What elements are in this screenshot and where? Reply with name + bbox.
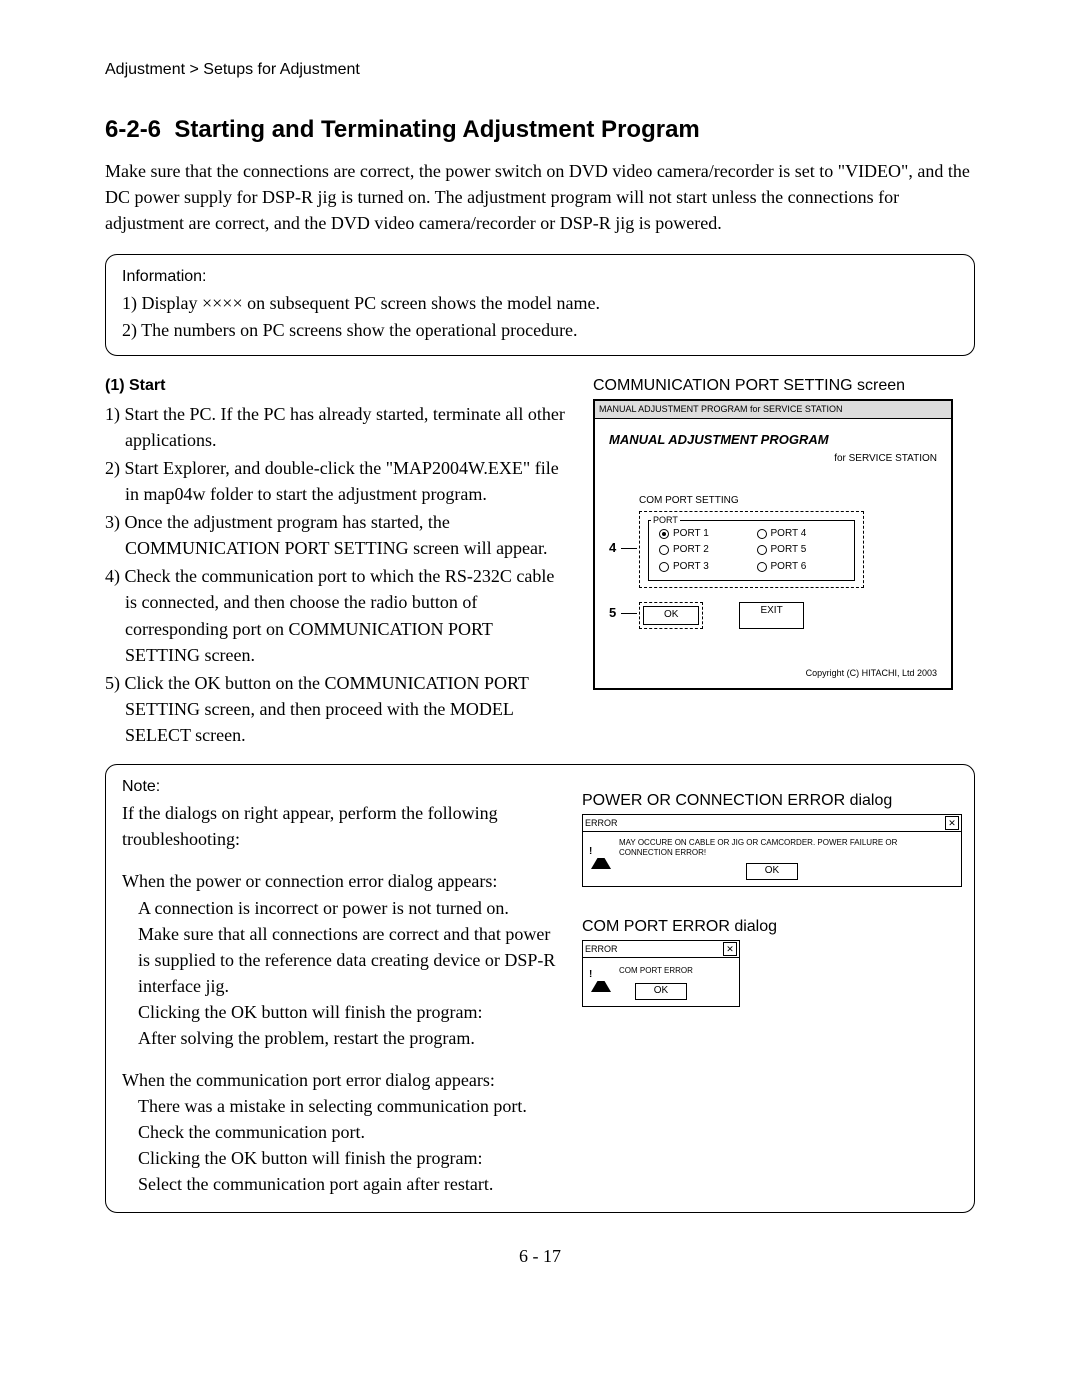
radio-port-2[interactable]: PORT 2 xyxy=(659,543,747,558)
error-message: COM PORT ERROR xyxy=(619,966,693,976)
ok-button-highlight: OK xyxy=(639,602,703,629)
radio-label: PORT 5 xyxy=(771,543,807,558)
error-title: ERROR xyxy=(585,943,618,956)
error-title: ERROR xyxy=(585,817,618,830)
page-number: 6 - 17 xyxy=(105,1243,975,1269)
radio-icon xyxy=(659,545,669,555)
start-step-1: 1) Start the PC. If the PC has already s… xyxy=(105,401,565,453)
port-legend: PORT xyxy=(651,514,680,527)
section-heading: 6-2-6 Starting and Terminating Adjustmen… xyxy=(105,113,975,148)
radio-icon xyxy=(659,562,669,572)
note-power-line3: Clicking the OK button will finish the p… xyxy=(138,999,562,1025)
program-title: MANUAL ADJUSTMENT PROGRAM xyxy=(609,431,937,450)
note-power-line2: Make sure that all connections are corre… xyxy=(138,921,562,999)
port-fieldset: PORT PORT 1 PORT 4 PORT 2 PORT 5 PORT 3 … xyxy=(648,520,855,582)
com-error-caption: COM PORT ERROR dialog xyxy=(582,915,962,938)
note-power-heading: When the power or connection error dialo… xyxy=(122,868,562,894)
note-power-line1: A connection is incorrect or power is no… xyxy=(138,895,562,921)
note-label: Note: xyxy=(122,775,562,798)
note-box: Note: If the dialogs on right appear, pe… xyxy=(105,764,975,1213)
program-subtitle: for SERVICE STATION xyxy=(609,452,937,467)
com-port-error-dialog: ERROR ✕ ! COM PORT ERROR OK xyxy=(582,940,740,1007)
start-step-3: 3) Once the adjustment program has start… xyxy=(105,509,565,561)
note-com-line1: There was a mistake in selecting communi… xyxy=(138,1093,562,1119)
radio-port-4[interactable]: PORT 4 xyxy=(757,527,845,542)
information-line-2: 2) The numbers on PC screens show the op… xyxy=(122,317,958,343)
note-com-line3: Clicking the OK button will finish the p… xyxy=(138,1145,562,1171)
radio-port-3[interactable]: PORT 3 xyxy=(659,560,747,575)
information-label: Information: xyxy=(122,265,958,288)
section-number: 6-2-6 xyxy=(105,116,161,143)
information-box: Information: 1) Display ×××× on subseque… xyxy=(105,254,975,355)
copyright-text: Copyright (C) HITACHI, Ltd 2003 xyxy=(609,667,937,680)
power-error-dialog: ERROR ✕ ! MAY OCCURE ON CABLE OR JIG OR … xyxy=(582,814,962,887)
information-line-1: 1) Display ×××× on subsequent PC screen … xyxy=(122,290,958,316)
intro-paragraph: Make sure that the connections are corre… xyxy=(105,158,975,236)
start-step-2: 2) Start Explorer, and double-click the … xyxy=(105,455,565,507)
radio-port-6[interactable]: PORT 6 xyxy=(757,560,845,575)
warning-icon: ! xyxy=(591,841,611,854)
start-step-4: 4) Check the communication port to which… xyxy=(105,563,565,667)
breadcrumb: Adjustment > Setups for Adjustment xyxy=(105,58,975,81)
radio-icon xyxy=(757,545,767,555)
comm-screen-caption: COMMUNICATION PORT SETTING screen xyxy=(593,374,975,397)
radio-label: PORT 2 xyxy=(673,543,709,558)
close-icon[interactable]: ✕ xyxy=(723,942,737,956)
warning-icon: ! xyxy=(591,964,611,977)
radio-icon xyxy=(659,529,669,539)
callout-5: 5 xyxy=(609,604,616,623)
start-step-5: 5) Click the OK button on the COMMUNICAT… xyxy=(105,670,565,748)
radio-icon xyxy=(757,562,767,572)
note-power-line4: After solving the problem, restart the p… xyxy=(138,1025,562,1051)
section-title-text: Starting and Terminating Adjustment Prog… xyxy=(174,116,699,143)
exit-button[interactable]: EXIT xyxy=(739,602,803,629)
note-com-heading: When the communication port error dialog… xyxy=(122,1067,562,1093)
radio-label: PORT 1 xyxy=(673,527,709,542)
note-com-line4: Select the communication port again afte… xyxy=(138,1171,562,1197)
comm-window-titlebar: MANUAL ADJUSTMENT PROGRAM for SERVICE ST… xyxy=(595,401,951,419)
radio-port-1[interactable]: PORT 1 xyxy=(659,527,747,542)
error-message: MAY OCCURE ON CABLE OR JIG OR CAMCORDER.… xyxy=(619,838,953,857)
ok-button[interactable]: OK xyxy=(635,983,687,1000)
com-port-setting-label: COM PORT SETTING xyxy=(639,494,937,509)
note-intro: If the dialogs on right appear, perform … xyxy=(122,800,562,852)
start-heading: (1) Start xyxy=(105,374,565,397)
radio-label: PORT 4 xyxy=(771,527,807,542)
radio-label: PORT 3 xyxy=(673,560,709,575)
radio-port-5[interactable]: PORT 5 xyxy=(757,543,845,558)
ok-button[interactable]: OK xyxy=(643,606,699,625)
comm-port-setting-window: MANUAL ADJUSTMENT PROGRAM for SERVICE ST… xyxy=(593,399,953,690)
note-com-line2: Check the communication port. xyxy=(138,1119,562,1145)
port-fieldset-dashed: PORT PORT 1 PORT 4 PORT 2 PORT 5 PORT 3 … xyxy=(639,511,864,589)
radio-icon xyxy=(757,529,767,539)
close-icon[interactable]: ✕ xyxy=(945,816,959,830)
power-error-caption: POWER OR CONNECTION ERROR dialog xyxy=(582,789,962,812)
radio-label: PORT 6 xyxy=(771,560,807,575)
callout-4: 4 xyxy=(609,539,616,558)
ok-button[interactable]: OK xyxy=(746,863,798,880)
